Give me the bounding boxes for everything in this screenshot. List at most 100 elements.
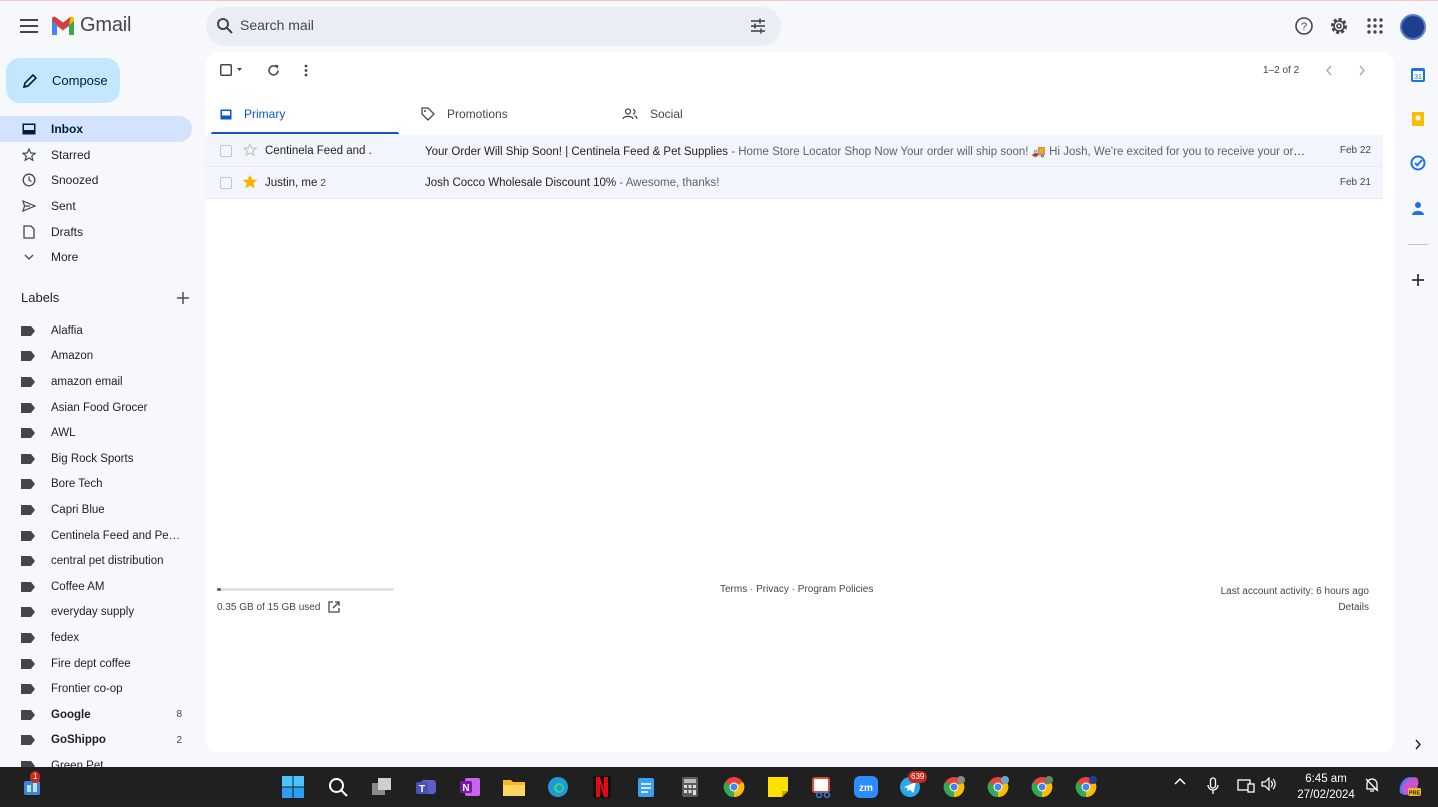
search-icon[interactable] [216,17,234,35]
row-checkbox[interactable] [220,145,232,157]
newer-chevron-left-icon[interactable] [1325,65,1333,76]
clock-date: 27/02/2024 [1297,789,1355,801]
label-item[interactable]: GoShippo 2 [0,728,192,754]
label-name: Big Rock Sports [51,452,134,465]
settings-gear-icon[interactable] [1328,15,1350,37]
onenote-icon[interactable]: N [458,775,482,799]
create-label-plus-icon[interactable] [177,291,189,304]
search-bar[interactable] [206,7,781,46]
get-addons-plus-icon[interactable] [1409,271,1427,289]
taskbar-search-icon[interactable] [326,775,350,799]
label-name: amazon email [51,375,123,388]
keep-icon[interactable] [1409,110,1427,128]
select-all-checkbox[interactable] [220,64,244,76]
thread-count: 2 [320,177,326,189]
tab-promotions[interactable]: Promotions [421,94,508,134]
label-item[interactable]: Asian Food Grocer [0,395,192,421]
sticky-notes-icon[interactable] [766,775,790,799]
label-item[interactable]: Frontier co-op [0,676,192,702]
label-name: Centinela Feed and Pet ... [51,529,183,542]
label-item[interactable]: fedex [0,625,192,651]
label-item[interactable]: Alaffia [0,318,192,344]
notifications-bell-icon[interactable] [1364,777,1380,793]
sidebar-item-drafts[interactable]: Drafts [0,219,192,245]
sidebar-item-label: Snoozed [51,173,99,188]
chrome-icon[interactable] [722,775,746,799]
label-item[interactable]: Centinela Feed and Pet ... [0,523,192,549]
open-in-new-icon[interactable] [328,601,341,613]
help-icon[interactable]: ? [1293,15,1315,37]
sidebar-item-label: Sent [51,198,76,213]
refresh-icon[interactable] [267,64,280,77]
main-menu-button[interactable] [12,9,46,43]
contacts-icon[interactable] [1409,199,1427,217]
label-item[interactable]: everyday supply [0,600,192,626]
volume-icon[interactable] [1261,777,1277,791]
label-item[interactable]: Big Rock Sports [0,446,192,472]
calendar-icon[interactable]: 31 [1409,66,1427,84]
label-tag-icon [21,401,35,415]
tab-social[interactable]: Social [622,94,683,134]
chrome-profile-3-icon[interactable] [1030,775,1054,799]
widgets-icon[interactable]: 1 [20,771,44,799]
label-item[interactable]: Green Pet [0,753,192,768]
label-item[interactable]: Capri Blue [0,497,192,523]
label-name: Coffee AM [51,580,105,593]
sidebar-item-more[interactable]: More [0,244,192,270]
label-name: Bore Tech [51,478,103,491]
sidebar-item-sent[interactable]: Sent [0,193,192,219]
label-tag-icon [21,554,35,568]
tasks-icon[interactable] [1409,154,1427,172]
chrome-profile-1-icon[interactable] [942,775,966,799]
snipping-tool-icon[interactable] [810,775,834,799]
email-row[interactable]: Centinela Feed and . Your Order Will Shi… [205,135,1383,167]
teams-icon[interactable]: T [414,775,438,799]
file-explorer-icon[interactable] [502,775,526,799]
label-item[interactable]: Amazon [0,344,192,370]
svg-text:?: ? [1301,21,1307,33]
google-apps-icon[interactable] [1364,15,1386,37]
compose-button[interactable]: Compose [6,58,120,103]
label-item[interactable]: Bore Tech [0,472,192,498]
older-chevron-right-icon[interactable] [1358,65,1366,76]
label-name: Asian Food Grocer [51,401,148,414]
zoom-icon[interactable]: zm [854,775,878,799]
network-icon[interactable] [1237,777,1255,793]
microphone-icon[interactable] [1207,777,1219,795]
calculator-icon[interactable] [678,775,702,799]
chrome-profile-4-icon[interactable] [1074,775,1098,799]
sidebar-item-starred[interactable]: Starred [0,142,192,168]
netflix-icon[interactable] [590,775,614,799]
label-item[interactable]: Fire dept coffee [0,651,192,677]
gmail-logo[interactable]: Gmail [50,14,131,37]
show-side-panel-chevron-icon[interactable] [1409,735,1427,753]
sidebar-item-inbox[interactable]: Inbox [0,116,192,142]
footer-links[interactable]: Terms · Privacy · Program Policies [720,584,873,595]
task-view-icon[interactable] [370,775,394,799]
label-item[interactable]: AWL [0,420,192,446]
label-item[interactable]: central pet distribution [0,548,192,574]
copilot-icon[interactable]: PRE [1396,773,1422,799]
star-filled-icon[interactable] [242,174,258,192]
row-checkbox[interactable] [220,177,232,189]
label-item[interactable]: Google 8 [0,702,192,728]
sidebar-item-snoozed[interactable]: Snoozed [0,167,192,193]
notepad-icon[interactable] [634,775,658,799]
star-outline-icon[interactable] [242,142,258,160]
search-input[interactable] [240,17,740,33]
label-item[interactable]: Coffee AM [0,574,192,600]
more-vert-icon[interactable] [304,64,308,77]
show-hidden-icons-chevron-icon[interactable] [1174,777,1186,785]
edge-icon[interactable] [546,775,570,799]
label-item[interactable]: amazon email [0,369,192,395]
search-options-icon[interactable] [749,17,767,35]
activity-details-link[interactable]: Details [1221,600,1369,616]
email-row[interactable]: Justin, me 2 Josh Cocco Wholesale Discoun… [205,167,1383,199]
telegram-icon[interactable]: 639 [898,771,928,799]
app-name: Gmail [80,14,132,36]
account-avatar[interactable] [1400,14,1426,40]
tab-primary[interactable]: Primary [220,94,285,134]
chrome-profile-2-icon[interactable] [986,775,1010,799]
system-clock[interactable]: 6:45 am 27/02/2024 [1290,771,1362,803]
windows-start-icon[interactable] [281,775,305,799]
